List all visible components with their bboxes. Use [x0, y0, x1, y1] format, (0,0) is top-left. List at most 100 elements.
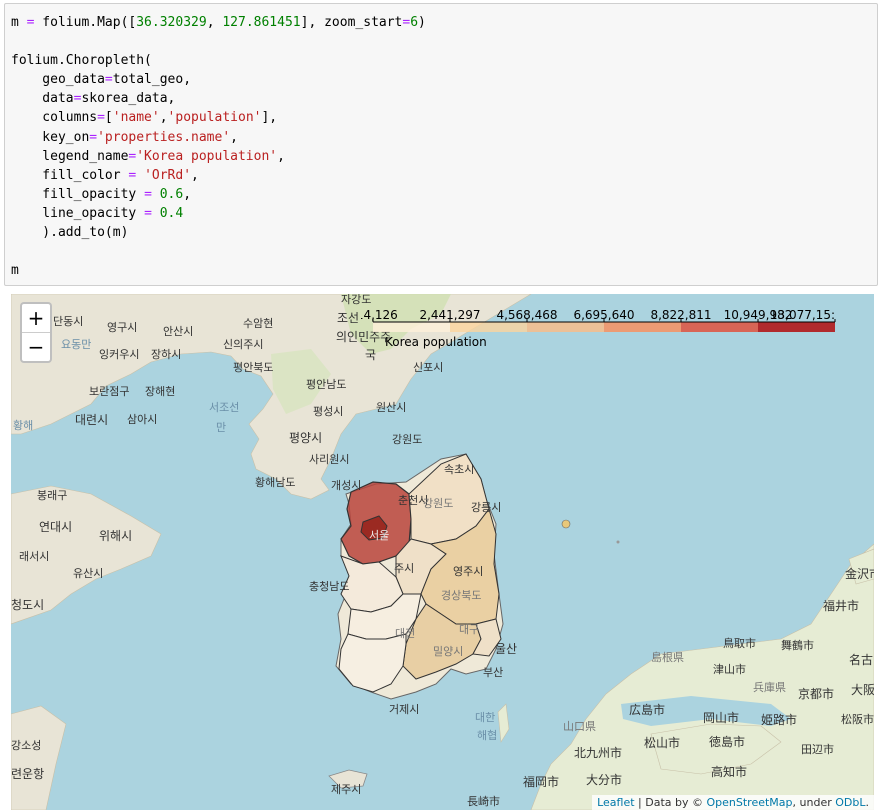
osm-link[interactable]: OpenStreetMap [707, 796, 793, 809]
code-editor[interactable]: m = folium.Map([36.320329, 127.861451], … [11, 13, 426, 280]
label-daehan: 대한 [475, 711, 496, 724]
label-chungcheongnamdo: 충청남도 [309, 580, 350, 593]
label-weihai: 위해시 [99, 529, 133, 543]
label-shimane: 島根県 [651, 651, 684, 664]
label-sokcho: 속초시 [444, 463, 475, 476]
legend-caption: Korea population [385, 335, 487, 349]
label-yellow-sea: 황해 [13, 419, 34, 432]
leaflet-link[interactable]: Leaflet [597, 796, 634, 809]
label-tanabe: 田辺市 [801, 743, 834, 756]
label-sinuiju: 신의주시 [223, 338, 264, 351]
label-oita: 大分市 [586, 773, 623, 787]
label-pulandian: 보란점구 [89, 385, 130, 398]
code-cell[interactable]: m = folium.Map([36.320329, 127.861451], … [4, 3, 878, 286]
ulleungdo [561, 519, 571, 529]
label-daejeon: 대전 [395, 627, 416, 640]
legend-swatch [450, 322, 527, 332]
dokdo [616, 540, 620, 544]
label-fukuoka: 福岡市 [523, 775, 560, 789]
label-daegu: 대구 [459, 623, 480, 636]
label-pyeongannamdo: 평안남도 [306, 378, 347, 391]
label-dandong: 단동시 [53, 315, 84, 328]
code-line: ).add_to(m) [11, 225, 129, 241]
label-nagasaki: 長崎市 [467, 795, 500, 808]
label-jeju: 제주시 [331, 783, 362, 796]
label-matsuyama: 松山市 [644, 736, 681, 750]
label-zhuanghe: 장하시 [151, 348, 182, 361]
label-hwanghaenamdo: 황해남도 [255, 476, 296, 489]
label-hiroshima: 広島市 [629, 703, 666, 717]
color-legend: 314,1262,441,2974,568,4686,695,6408,822,… [361, 308, 841, 358]
label-liaodong: 요동만 [61, 338, 92, 351]
attr-sep2: , under [792, 796, 836, 809]
label-yingkou: 영구시 [107, 321, 138, 334]
legend-tick-label: 314,126 [361, 308, 398, 322]
code-line: folium.Choropleth( [11, 53, 152, 69]
code-line: m [11, 263, 19, 279]
label-kanazawa: 金沢市 [845, 567, 874, 581]
code-line: line_opacity = 0.4 [11, 205, 184, 221]
code-line: m = folium.Map([36.320329, 127.861451], … [11, 15, 426, 30]
attr-end: . [865, 796, 870, 809]
label-geoje: 거제시 [389, 703, 420, 716]
label-kochi: 高知市 [711, 765, 748, 779]
odbl-link[interactable]: ODbL [835, 796, 865, 809]
legend-swatch [758, 322, 835, 332]
label-gangneung: 강릉시 [471, 501, 502, 514]
label-pyeongseong: 평성시 [313, 405, 344, 418]
label-sanya: 삼아시 [127, 413, 158, 426]
label-seoul: 서울 [369, 529, 390, 542]
label-matsusaka: 松阪市 [841, 713, 874, 726]
label-seojoseon: 만 [216, 421, 227, 434]
label-tsuyama: 津山市 [713, 663, 746, 676]
label-jiangsu: 강소성 [11, 739, 42, 752]
code-line: columns=['name','population'], [11, 110, 278, 126]
label-qingdao: 청도시 [11, 598, 45, 612]
label-fukui: 福井市 [823, 599, 860, 613]
label-miryang: 밀양시 [433, 645, 464, 658]
map-view[interactable]: 자강도 조선 의인민주주 국 신포시 평안남도 평성시 원산시 평양시 강원도 … [11, 294, 874, 810]
label-yamaguchi: 山口県 [563, 720, 596, 733]
label-tottori: 鳥取市 [723, 637, 756, 650]
label-yeongkou2: 잉커우시 [99, 348, 140, 361]
label-yeongju: 영주시 [453, 565, 484, 578]
legend-swatch [373, 322, 450, 332]
label-changhai: 장해현 [145, 385, 176, 398]
label-gyeongsangbukdo: 경상북도 [441, 589, 482, 602]
label-nagoya: 名古 [849, 653, 874, 667]
label-anshan: 안산시 [163, 325, 194, 338]
code-line: data=skorea_data, [11, 91, 176, 107]
label-okayama: 岡山市 [703, 711, 740, 725]
label-kitakyushu: 北九州市 [574, 746, 623, 760]
label-wonsan: 원산시 [376, 401, 407, 414]
legend-tick-label: 13,077,15: [770, 308, 835, 322]
label-penglai: 봉래구 [37, 489, 68, 502]
label-lianyungang: 련운항 [11, 767, 45, 781]
land-jiangsu [11, 705, 67, 810]
label-ulsan: 울산 [495, 642, 518, 656]
attr-sep1: | Data by © [634, 796, 707, 809]
label-haehyeop: 해협 [477, 729, 498, 742]
code-line: fill_opacity = 0.6, [11, 186, 192, 202]
label-xichaoxian: 서조선 [209, 401, 240, 414]
code-line: key_on='properties.name', [11, 129, 238, 145]
map-attribution: Leaflet | Data by © OpenStreetMap, under… [592, 795, 874, 810]
label-hyogo: 兵庫県 [753, 681, 786, 694]
label-yantai: 연대시 [39, 520, 73, 534]
label-gaeseong: 개성시 [331, 479, 362, 492]
zoom-control: + − [20, 302, 52, 363]
label-chungju: 주시 [394, 562, 415, 575]
code-line: geo_data=total_geo, [11, 72, 192, 88]
label-rushan: 유산시 [73, 567, 104, 580]
zoom-in-button[interactable]: + [22, 304, 50, 332]
zoom-out-button[interactable]: − [22, 332, 50, 361]
tsushima [497, 703, 510, 743]
code-line: fill_color = 'OrRd', [11, 167, 199, 183]
label-kyoto: 京都市 [798, 687, 835, 701]
legend-swatch [527, 322, 604, 332]
legend-swatch [681, 322, 758, 332]
label-pyongyang: 평양시 [289, 431, 323, 445]
label-joseon: 조선 [337, 311, 360, 325]
label-gangwondo-south: 강원도 [423, 497, 454, 510]
